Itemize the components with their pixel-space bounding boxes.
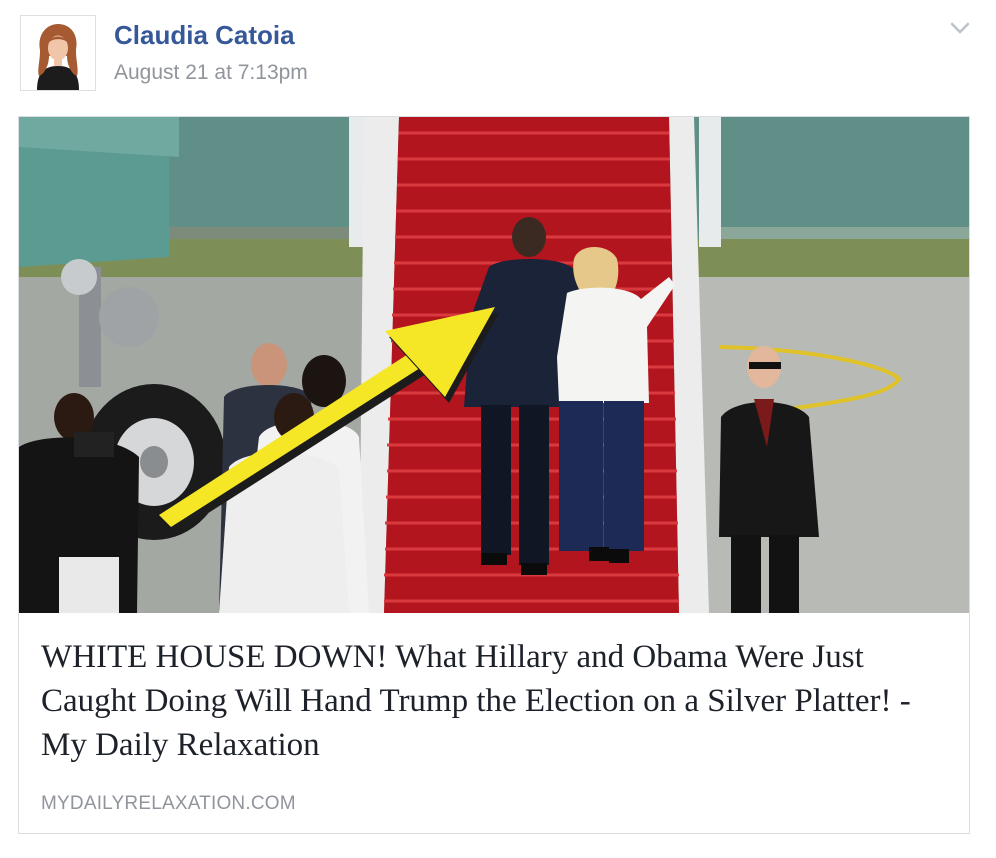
avatar-photo [21,16,95,90]
chevron-down-icon[interactable] [946,14,974,42]
author-name-link[interactable]: Claudia Catoia [114,20,295,51]
link-headline[interactable]: WHITE HOUSE DOWN! What Hillary and Obama… [41,635,949,767]
link-preview-image[interactable] [19,117,969,613]
facebook-post: Claudia Catoia August 21 at 7:13pm WHITE… [0,0,996,858]
airport-stairs-photo [19,117,969,613]
post-timestamp-link[interactable]: August 21 at 7:13pm [114,61,308,85]
author-avatar[interactable] [20,15,96,91]
link-domain: MYDAILYRELAXATION.COM [41,793,296,814]
link-preview-card[interactable]: WHITE HOUSE DOWN! What Hillary and Obama… [18,116,970,834]
